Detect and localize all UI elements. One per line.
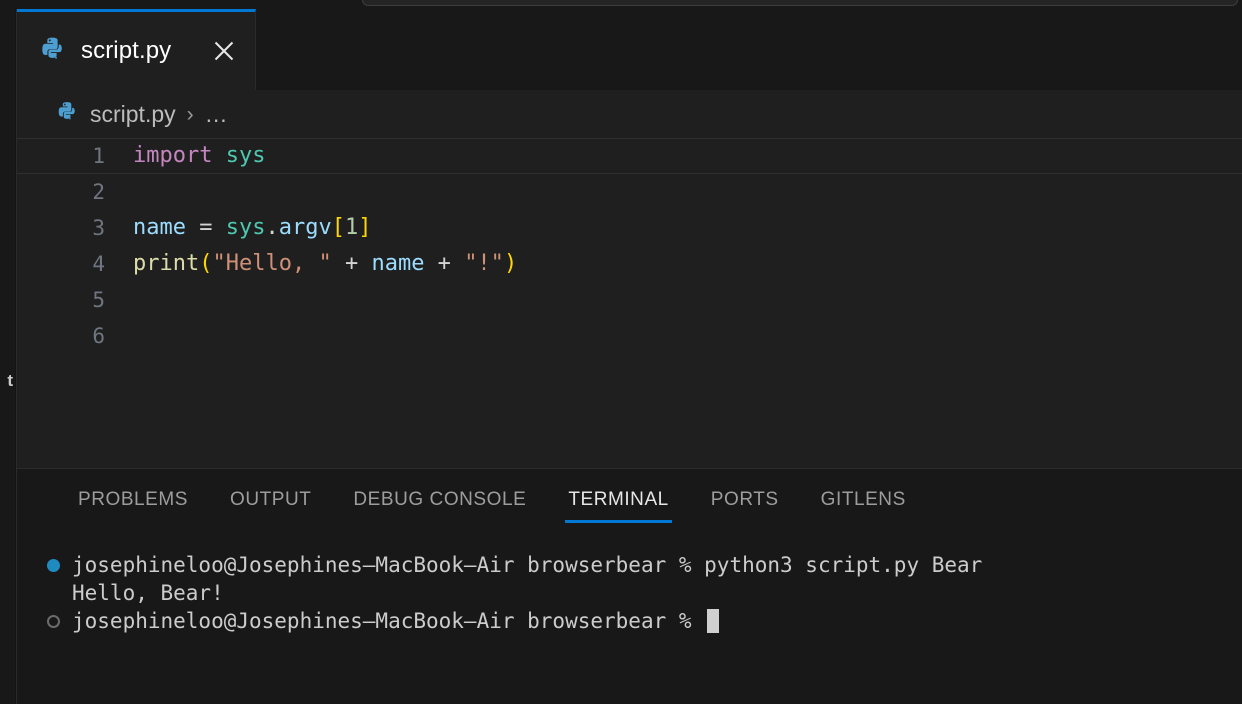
panel-tab-terminal[interactable]: TERMINAL xyxy=(547,469,689,531)
code-line-text: import sys xyxy=(133,138,1242,174)
code-editor[interactable]: 1import sys23name = sys.argv[1]4print("H… xyxy=(17,138,1242,468)
bottom-panel: PROBLEMSOUTPUTDEBUG CONSOLETERMINALPORTS… xyxy=(16,468,1242,704)
code-token: name xyxy=(133,215,186,240)
code-token: "Hello, " xyxy=(212,251,331,276)
line-number: 1 xyxy=(17,138,133,174)
breadcrumb: script.py › … xyxy=(17,90,1242,138)
breadcrumb-python-icon xyxy=(56,100,79,128)
code-token: argv xyxy=(279,215,332,240)
command-center[interactable] xyxy=(362,0,1238,6)
panel-tab-problems[interactable]: PROBLEMS xyxy=(57,469,209,531)
terminal-line: Hello, Bear! xyxy=(17,579,1242,607)
panel-tab-output[interactable]: OUTPUT xyxy=(209,469,332,531)
code-token: = xyxy=(186,215,226,240)
code-token: 1 xyxy=(345,215,358,240)
panel-tab-debug-console[interactable]: DEBUG CONSOLE xyxy=(332,469,547,531)
line-number: 3 xyxy=(17,210,133,246)
code-token: [ xyxy=(332,215,345,240)
line-number: 4 xyxy=(17,246,133,282)
code-line[interactable]: 3name = sys.argv[1] xyxy=(17,210,1242,246)
panel-tab-gitlens[interactable]: GITLENS xyxy=(800,469,927,531)
code-token: ) xyxy=(504,251,517,276)
terminal-line-text: josephineloo@Josephines–MacBook–Air brow… xyxy=(72,553,982,577)
code-token: sys xyxy=(226,215,266,240)
code-line[interactable]: 5 xyxy=(17,282,1242,318)
sidebar-cut-off-label: t xyxy=(7,371,13,391)
code-line[interactable]: 2 xyxy=(17,174,1242,210)
terminal-cursor xyxy=(707,609,719,633)
code-line[interactable]: 4print("Hello, " + name + "!") xyxy=(17,246,1242,282)
terminal-line: josephineloo@Josephines–MacBook–Air brow… xyxy=(17,607,1242,635)
sidebar: t xyxy=(0,9,15,704)
editor-group: script.py script.py › … 1import sys23nam… xyxy=(16,9,1242,468)
code-token: "!" xyxy=(464,251,504,276)
editor-tab-script-py[interactable]: script.py xyxy=(17,9,256,90)
code-token: sys xyxy=(226,143,266,168)
code-line-text: name = sys.argv[1] xyxy=(133,210,1242,246)
breadcrumb-file-name[interactable]: script.py xyxy=(90,101,176,128)
command-decoration-success-icon[interactable] xyxy=(47,559,60,572)
line-number: 6 xyxy=(17,318,133,354)
code-line-text: print("Hello, " + name + "!") xyxy=(133,246,1242,282)
vscode-window: t script.py xyxy=(0,0,1242,704)
code-token: + xyxy=(332,251,372,276)
panel-tab-bar: PROBLEMSOUTPUTDEBUG CONSOLETERMINALPORTS… xyxy=(17,469,1242,531)
terminal-line-text: Hello, Bear! xyxy=(72,581,224,605)
terminal-output[interactable]: josephineloo@Josephines–MacBook–Air brow… xyxy=(17,531,1242,704)
code-token: name xyxy=(371,251,424,276)
tab-bar-empty-space xyxy=(256,9,1242,90)
close-icon[interactable] xyxy=(211,38,237,64)
command-decoration-idle-icon[interactable] xyxy=(47,615,60,628)
editor-tab-bar: script.py xyxy=(17,9,1242,90)
code-token: + xyxy=(424,251,464,276)
python-icon xyxy=(39,35,67,68)
code-token: ] xyxy=(358,215,371,240)
terminal-line-text: josephineloo@Josephines–MacBook–Air brow… xyxy=(72,609,704,633)
code-token: import xyxy=(133,143,212,168)
code-token: print xyxy=(133,251,199,276)
code-token: . xyxy=(265,215,278,240)
line-number: 5 xyxy=(17,282,133,318)
line-number: 2 xyxy=(17,174,133,210)
editor-tab-label: script.py xyxy=(81,37,197,65)
code-token: ( xyxy=(199,251,212,276)
terminal-line: josephineloo@Josephines–MacBook–Air brow… xyxy=(17,551,1242,579)
breadcrumb-overflow[interactable]: … xyxy=(205,101,229,128)
code-line[interactable]: 1import sys xyxy=(17,138,1242,174)
title-bar xyxy=(0,0,1242,9)
code-line[interactable]: 6 xyxy=(17,318,1242,354)
code-token xyxy=(212,143,225,168)
panel-tab-ports[interactable]: PORTS xyxy=(690,469,800,531)
chevron-right-icon: › xyxy=(187,104,194,125)
